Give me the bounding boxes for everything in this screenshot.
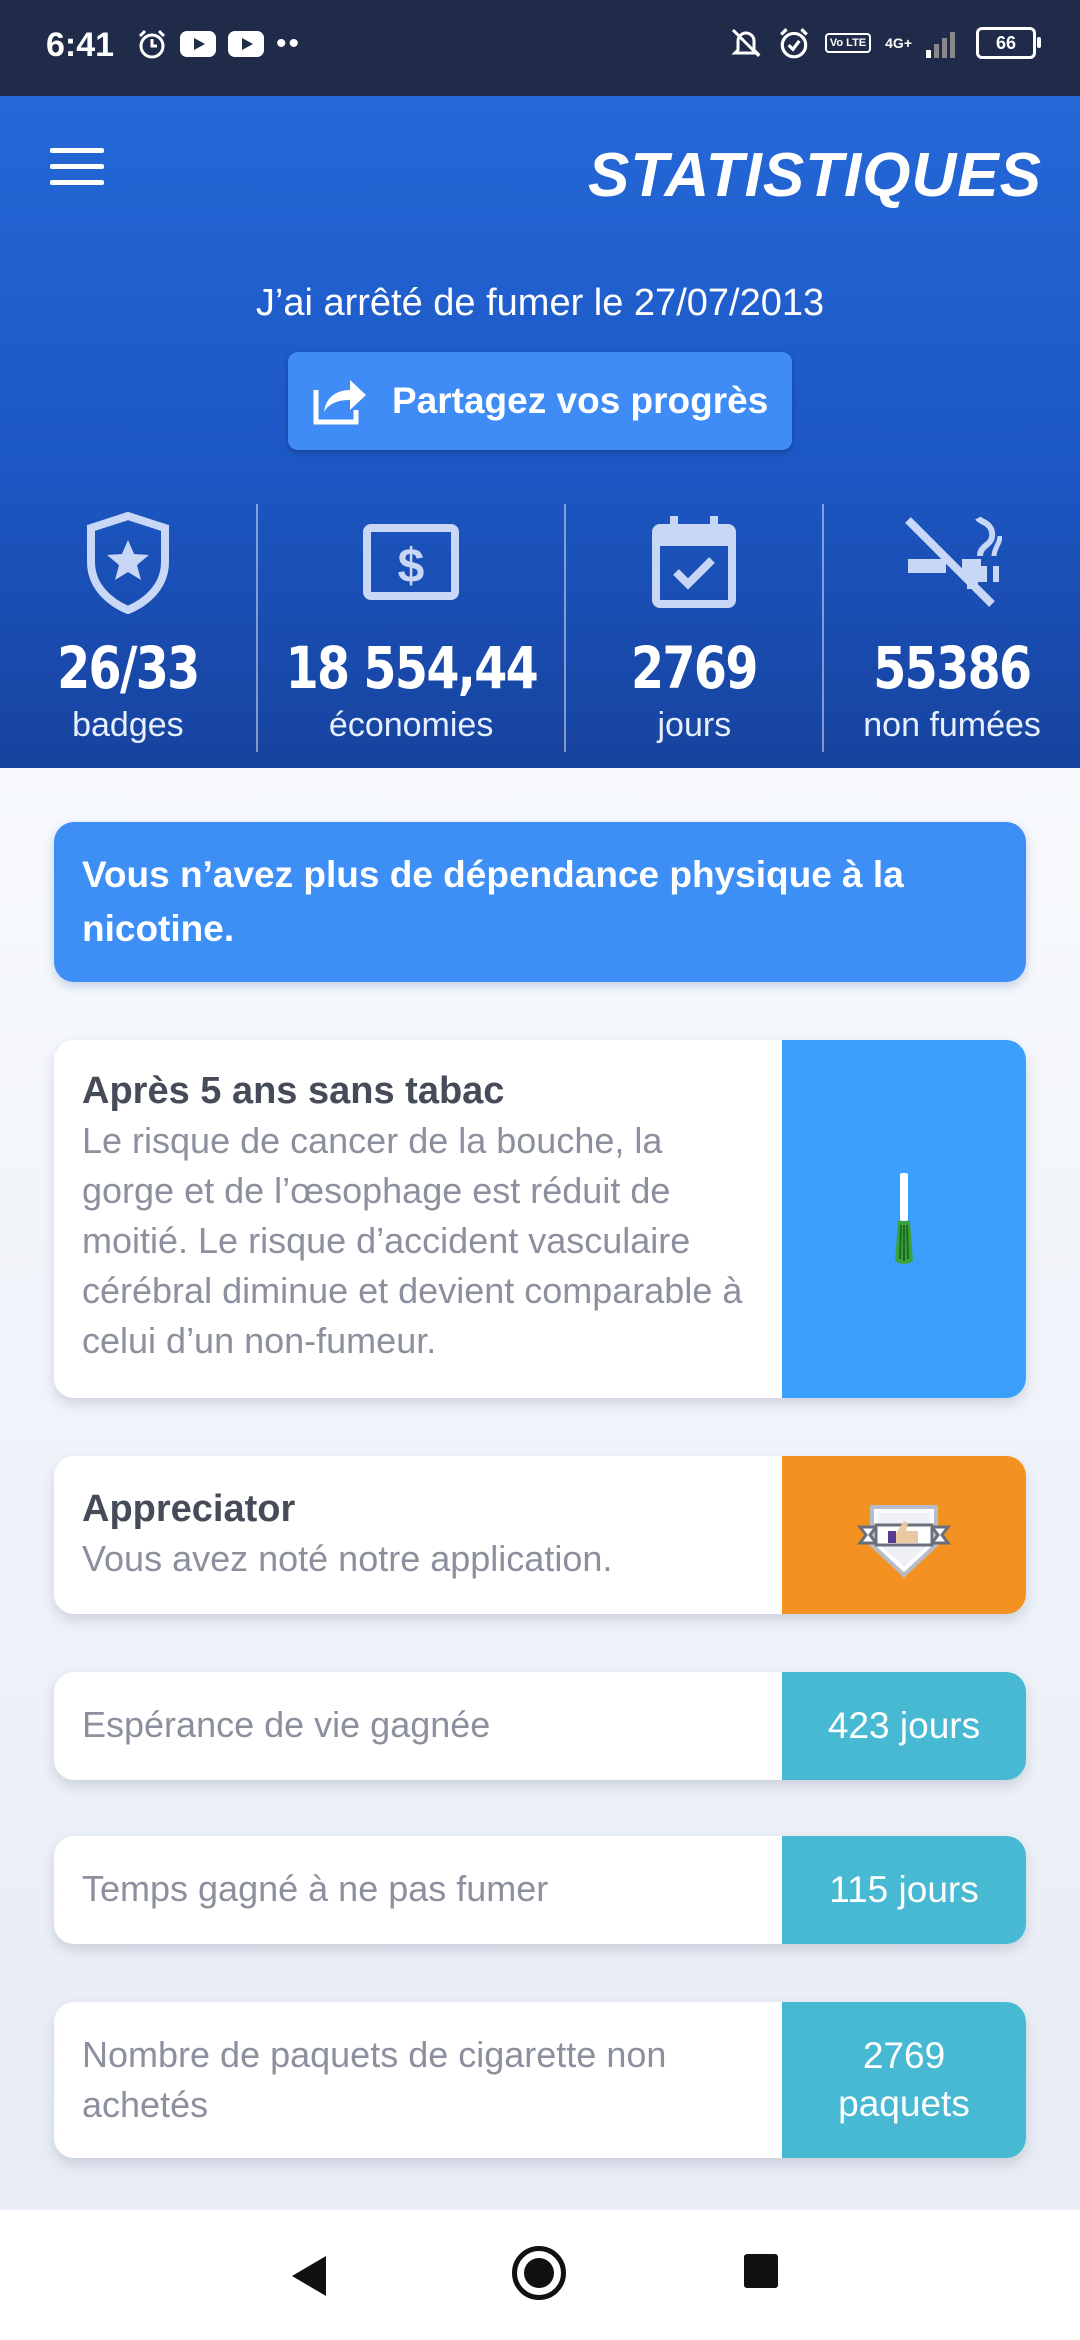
silent-bell-icon [731, 28, 761, 58]
home-icon[interactable] [512, 2246, 566, 2300]
no-smoking-icon [905, 516, 1003, 607]
youtube-icon [228, 31, 264, 57]
status-bar: 6:41 •• Vo LTE 4G+ 66 [0, 0, 1080, 96]
stats-content: Vous n’avez plus de dépendance physique … [0, 768, 1080, 2210]
alarm-icon [779, 28, 808, 59]
milestone-card[interactable]: Après 5 ans sans tabac Le risque de canc… [54, 1040, 1026, 1398]
back-icon[interactable] [292, 2256, 326, 2296]
stat-value: 2769 [631, 634, 758, 702]
stat-row-time-gained[interactable]: Temps gagné à ne pas fumer 115 jours [54, 1836, 1026, 1944]
battery-icon: 66 [976, 27, 1041, 59]
stats-summary: 26/33 badges $ 18 554,44 économies 2769 … [0, 504, 1080, 752]
calendar-check-icon [652, 516, 737, 608]
stat-row-value-box: 115 jours [782, 1836, 1026, 1944]
stat-row-label: Espérance de vie gagnée [82, 1704, 491, 1745]
stat-savings[interactable]: $ 18 554,44 économies [255, 504, 565, 752]
system-nav-bar [0, 2210, 1080, 2340]
milestone-title: Après 5 ans sans tabac [82, 1070, 505, 1112]
stat-row-label: Temps gagné à ne pas fumer [82, 1868, 549, 1909]
stat-row-packs-not-bought[interactable]: Nombre de paquets de cigarette non achet… [54, 2002, 1026, 2158]
stat-label: badges [72, 706, 184, 744]
dependency-notice: Vous n’avez plus de dépendance physique … [54, 822, 1026, 982]
badge-shield-icon [86, 511, 169, 614]
milestone-side [782, 1040, 1026, 1398]
menu-icon [50, 148, 104, 153]
stat-row-label: Nombre de paquets de cigarette non achet… [82, 2034, 667, 2125]
badge-title: Appreciator [82, 1488, 296, 1530]
stat-row-value: 423 jours [827, 1705, 981, 1746]
thumbs-up-badge-icon [857, 1505, 951, 1578]
badge-side [782, 1456, 1026, 1614]
page-title: STATISTIQUES [587, 141, 1042, 210]
stat-label: jours [657, 706, 732, 744]
stat-value: 18 554,44 [285, 634, 538, 702]
badge-card[interactable]: Appreciator Vous avez noté notre applica… [54, 1456, 1026, 1614]
svg-text:$: $ [398, 540, 425, 593]
dollar-bill-icon: $ [363, 524, 460, 600]
network-type: 4G+ [885, 35, 912, 51]
quit-date-text: J’ai arrêté de fumer le 27/07/2013 [255, 282, 825, 324]
share-progress-button[interactable]: Partagez vos progrès [288, 352, 792, 450]
stat-value: 55386 [873, 634, 1032, 702]
stat-label: économies [328, 706, 494, 744]
stat-row-life-expectancy[interactable]: Espérance de vie gagnée 423 jours [54, 1672, 1026, 1780]
menu-button[interactable] [50, 148, 104, 188]
stat-row-value-box: 2769 paquets [782, 2002, 1026, 2158]
signal-icon [926, 32, 955, 58]
share-icon [313, 380, 366, 425]
status-time: 6:41 [46, 26, 115, 64]
badge-body: Vous avez noté notre application. [82, 1538, 613, 1579]
stat-row-value-box: 423 jours [782, 1672, 1026, 1780]
stat-label: non fumées [863, 706, 1041, 744]
recents-icon[interactable] [744, 2254, 778, 2288]
youtube-icon [180, 31, 216, 57]
stat-badges[interactable]: 26/33 badges [0, 504, 256, 752]
more-dots-icon: •• [276, 27, 302, 60]
stat-value: 26/33 [57, 634, 200, 702]
volte-icon: Vo LTE [824, 33, 872, 53]
stats-header: STATISTIQUES J’ai arrêté de fumer le 27/… [0, 96, 1080, 768]
share-button-label: Partagez vos progrès [392, 380, 769, 421]
stat-row-value: 2769 paquets [838, 2035, 970, 2124]
stat-row-value: 115 jours [829, 1869, 979, 1910]
cigarette-progress-icon [895, 1173, 913, 1264]
stat-days[interactable]: 2769 jours [564, 504, 822, 752]
stat-not-smoked[interactable]: 55386 non fumées [822, 504, 1080, 752]
milestone-body: Le risque de cancer de la bouche, la gor… [82, 1120, 743, 1361]
alarm-icon [138, 29, 166, 59]
